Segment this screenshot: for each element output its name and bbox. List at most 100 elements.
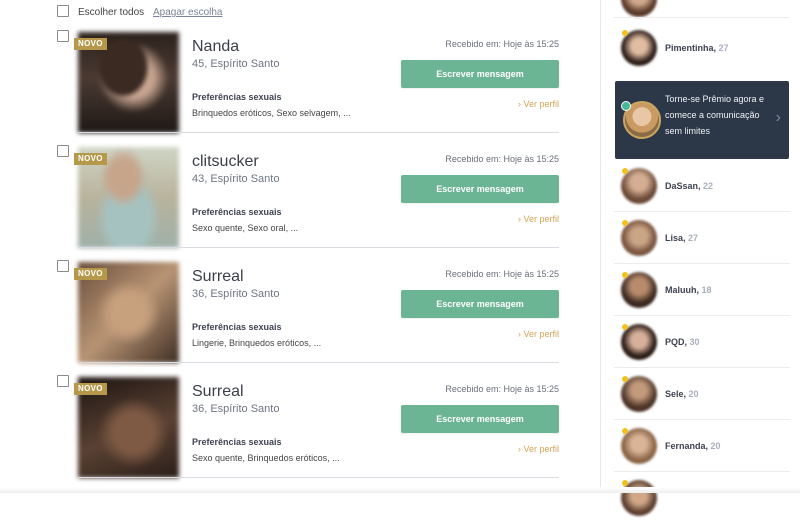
sidebar-user-item[interactable] (614, 0, 790, 18)
message-card: NOVO Nanda 45, Espírito Santo Preferênci… (0, 30, 600, 147)
write-message-button[interactable]: Escrever mensagem (401, 290, 559, 318)
message-card: NOVO Surreal 36, Espírito Santo Preferên… (0, 375, 600, 492)
preferences-list: Sexo quente, Sexo oral, ... (192, 223, 299, 233)
preferences-list: Lingerie, Brinquedos eróticos, ... (192, 338, 322, 348)
profile-age-location: 36, Espírito Santo (192, 403, 280, 415)
chevron-right-icon: › (517, 214, 521, 224)
sidebar-user-name: Maluuh, 18 (665, 285, 712, 295)
user-name: DaSsan (665, 181, 699, 191)
user-name: Sele (665, 389, 684, 399)
clear-selection-link[interactable]: Apagar escolha (153, 7, 223, 18)
select-all-label[interactable]: Escolher todos (78, 7, 144, 18)
new-badge: NOVO (74, 383, 107, 395)
profile-age-location: 36, Espírito Santo (192, 288, 280, 300)
user-age: 30 (689, 337, 700, 347)
online-indicator-icon (622, 30, 628, 36)
sidebar-separator (614, 17, 790, 18)
user-age: 18 (701, 285, 712, 295)
card-checkbox[interactable] (57, 375, 69, 387)
card-checkbox[interactable] (57, 145, 69, 157)
sidebar-user-name: Fernanda, 20 (665, 441, 721, 451)
online-indicator-icon (622, 376, 628, 382)
card-divider (78, 477, 559, 478)
new-badge: NOVO (74, 153, 107, 165)
chevron-right-icon: › (517, 444, 521, 454)
user-avatar (621, 0, 657, 17)
chevron-right-icon: › (775, 109, 781, 126)
selection-toolbar: Escolher todos Apagar escolha (0, 0, 600, 24)
user-name: Pimentinha (665, 43, 714, 53)
select-all-checkbox[interactable] (57, 5, 69, 17)
profile-name[interactable]: Surreal (192, 383, 244, 401)
preferences-title: Preferências sexuais (192, 437, 282, 447)
view-profile-link[interactable]: › Ver perfil (518, 99, 559, 109)
online-indicator-icon (622, 168, 628, 174)
profile-name[interactable]: Nanda (192, 38, 239, 56)
user-name: Maluuh (665, 285, 697, 295)
sidebar-user-name: DaSsan, 22 (665, 181, 714, 191)
sidebar-user-item[interactable]: Maluuh, 18 (614, 264, 790, 316)
preferences-title: Preferências sexuais (192, 322, 282, 332)
online-indicator-icon (622, 220, 628, 226)
bottom-edge (0, 487, 800, 493)
premium-badge-icon (621, 101, 631, 111)
user-name: PQD (665, 337, 685, 347)
sidebar-user-item[interactable]: Fernanda, 20 (614, 420, 790, 472)
online-indicator-icon (622, 324, 628, 330)
sidebar-user-item[interactable]: Pimentinha, 27 (614, 22, 790, 74)
user-age: 20 (710, 441, 721, 451)
view-profile-link[interactable]: › Ver perfil (518, 214, 559, 224)
message-card: NOVO Surreal 36, Espírito Santo Preferên… (0, 260, 600, 377)
write-message-button[interactable]: Escrever mensagem (401, 175, 559, 203)
profile-age-location: 43, Espírito Santo (192, 173, 280, 185)
user-name: Lisa (665, 233, 684, 243)
card-divider (78, 362, 559, 363)
sidebar-user-item[interactable]: DaSsan, 22 (614, 160, 790, 212)
profile-age-location: 45, Espírito Santo (192, 58, 280, 70)
message-card: NOVO clitsucker 43, Espírito Santo Prefe… (0, 145, 600, 262)
view-profile-label: Ver perfil (523, 99, 559, 109)
new-badge: NOVO (74, 268, 107, 280)
preferences-title: Preferências sexuais (192, 92, 282, 102)
write-message-button[interactable]: Escrever mensagem (401, 60, 559, 88)
write-message-button[interactable]: Escrever mensagem (401, 405, 559, 433)
chevron-right-icon: › (517, 99, 521, 109)
received-time: Recebido em: Hoje às 15:25 (445, 154, 559, 164)
received-time: Recebido em: Hoje às 15:25 (445, 269, 559, 279)
received-time: Recebido em: Hoje às 15:25 (445, 384, 559, 394)
sidebar-user-item[interactable]: Sele, 20 (614, 368, 790, 420)
view-profile-label: Ver perfil (523, 214, 559, 224)
sidebar-user-item[interactable]: PQD, 30 (614, 316, 790, 368)
chevron-right-icon: › (517, 329, 521, 339)
premium-text: Torne-se Prêmio agora e comece a comunic… (665, 94, 765, 136)
card-checkbox[interactable] (57, 30, 69, 42)
view-profile-link[interactable]: › Ver perfil (518, 444, 559, 454)
online-indicator-icon (622, 428, 628, 434)
user-age: 22 (703, 181, 714, 191)
sidebar-user-name: Pimentinha, 27 (665, 43, 729, 53)
sidebar-user-name: Sele, 20 (665, 389, 699, 399)
online-indicator-icon (622, 480, 628, 486)
user-name: Fernanda (665, 441, 706, 451)
preferences-list: Sexo quente, Brinquedos eróticos, ... (192, 453, 340, 463)
view-profile-label: Ver perfil (523, 329, 559, 339)
new-badge: NOVO (74, 38, 107, 50)
preferences-list: Brinquedos eróticos, Sexo selvagem, ... (192, 108, 351, 118)
preferences-title: Preferências sexuais (192, 207, 282, 217)
profile-name[interactable]: Surreal (192, 268, 244, 286)
sidebar-user-name: Lisa, 27 (665, 233, 699, 243)
online-indicator-icon (622, 272, 628, 278)
view-profile-label: Ver perfil (523, 444, 559, 454)
user-age: 27 (688, 233, 699, 243)
user-age: 27 (718, 43, 729, 53)
card-divider (78, 247, 559, 248)
premium-upgrade-banner[interactable]: Torne-se Prêmio agora e comece a comunic… (615, 81, 789, 159)
card-divider (78, 132, 559, 133)
sidebar-user-item[interactable]: Lisa, 27 (614, 212, 790, 264)
received-time: Recebido em: Hoje às 15:25 (445, 39, 559, 49)
view-profile-link[interactable]: › Ver perfil (518, 329, 559, 339)
sidebar-user-item[interactable] (614, 472, 790, 524)
card-checkbox[interactable] (57, 260, 69, 272)
sidebar-user-name: PQD, 30 (665, 337, 700, 347)
profile-name[interactable]: clitsucker (192, 153, 259, 171)
